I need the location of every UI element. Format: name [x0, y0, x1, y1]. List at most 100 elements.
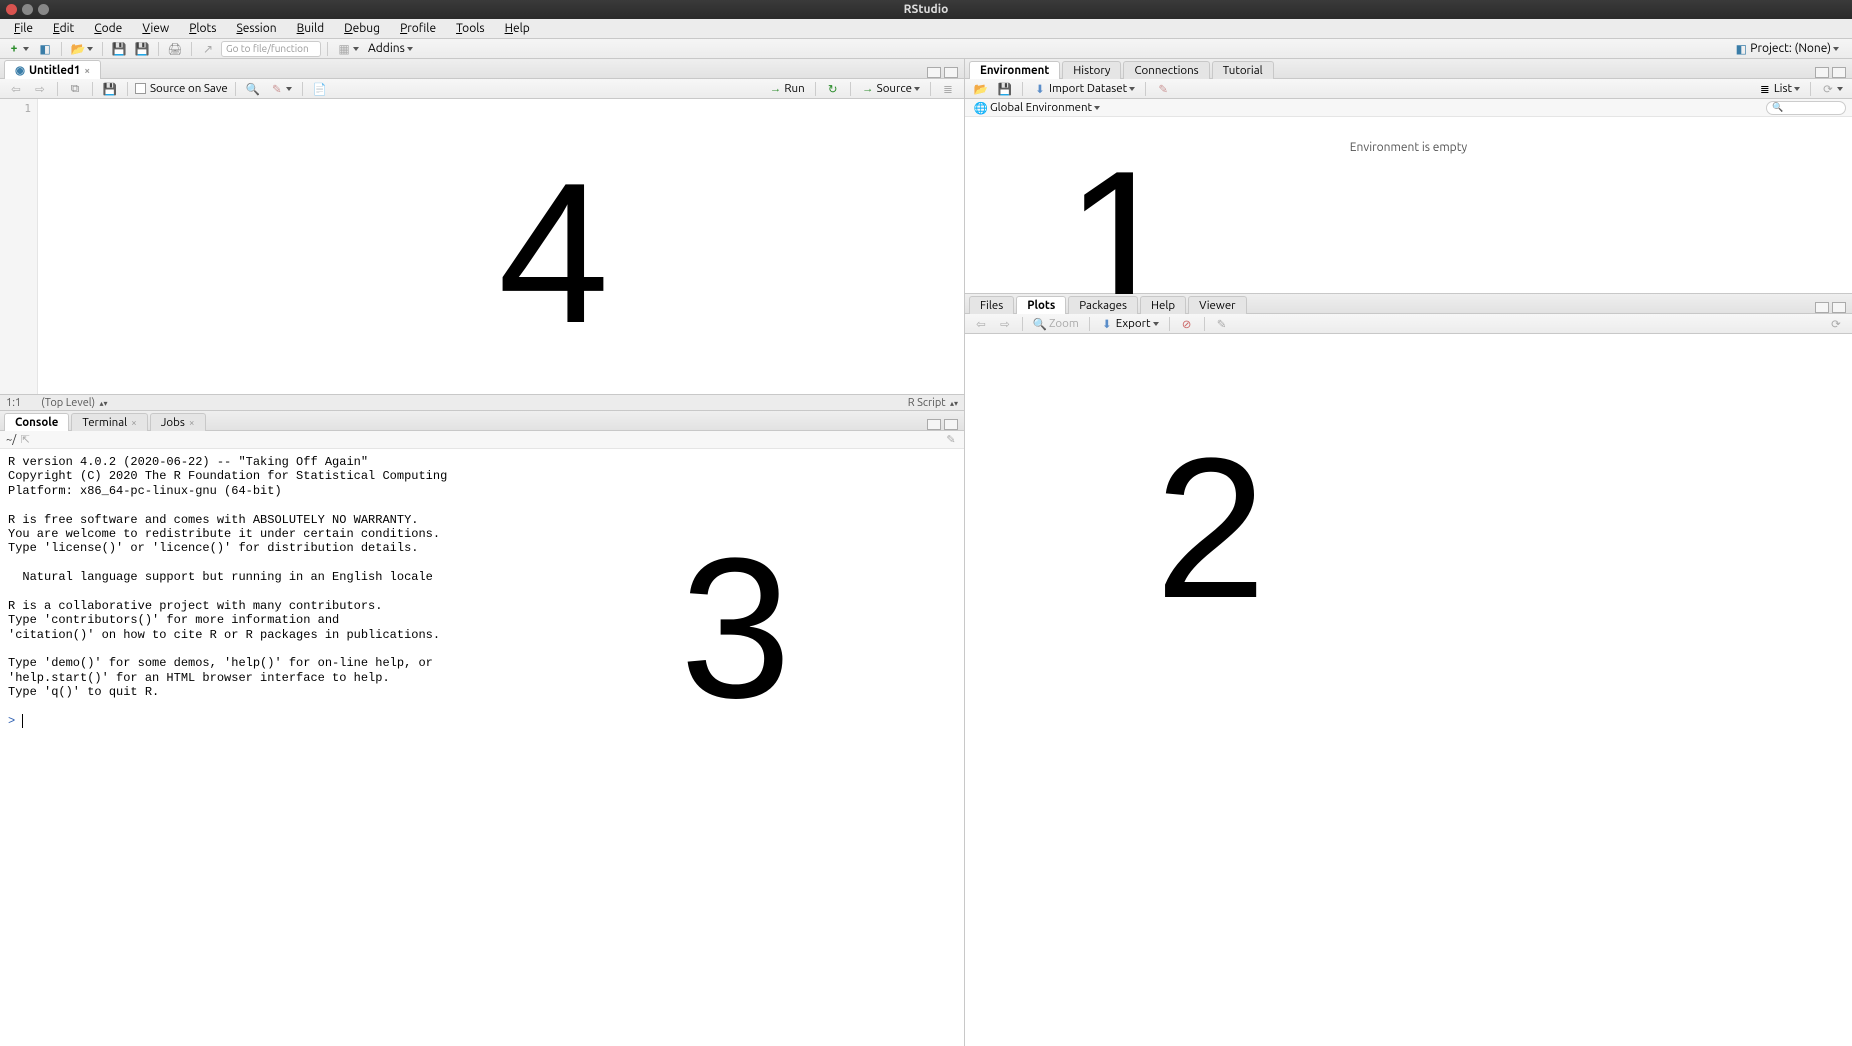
- minimize-pane[interactable]: [1815, 67, 1829, 78]
- minimize-pane[interactable]: [1815, 302, 1829, 313]
- print-button[interactable]: 🖨: [165, 40, 185, 58]
- grid-button[interactable]: ▦: [334, 40, 362, 58]
- tab-connections[interactable]: Connections: [1123, 61, 1209, 79]
- env-search-input[interactable]: 🔍: [1766, 101, 1846, 115]
- titlebar: RStudio: [0, 0, 1852, 19]
- menu-view[interactable]: View: [132, 20, 179, 37]
- tab-environment[interactable]: Environment: [969, 61, 1060, 79]
- run-label: Run: [784, 82, 804, 95]
- clear-plots-button[interactable]: ✎: [1212, 315, 1232, 333]
- refresh-button[interactable]: ⟳: [1818, 80, 1846, 98]
- tab-tutorial[interactable]: Tutorial: [1212, 61, 1274, 79]
- new-file-button[interactable]: +: [4, 40, 32, 58]
- open-file-button[interactable]: 📂: [68, 40, 96, 58]
- menu-code[interactable]: Code: [84, 20, 132, 37]
- scope-label: Global Environment: [990, 101, 1092, 114]
- goto-button[interactable]: ↗: [198, 40, 218, 58]
- editor-content[interactable]: 4: [38, 99, 964, 394]
- forward-button[interactable]: ⇨: [30, 80, 50, 98]
- show-in-new-window[interactable]: ⧉: [65, 80, 85, 98]
- save-workspace-button[interactable]: 💾: [995, 80, 1015, 98]
- remove-icon: ⊘: [1180, 317, 1194, 331]
- window-maximize[interactable]: [38, 4, 49, 15]
- refresh-button[interactable]: ⟳: [1826, 315, 1846, 333]
- load-workspace-button[interactable]: 📂: [971, 80, 991, 98]
- menu-tools[interactable]: Tools: [446, 20, 495, 37]
- prev-plot-button[interactable]: ⇦: [971, 315, 991, 333]
- tab-files[interactable]: Files: [969, 296, 1014, 314]
- rerun-button[interactable]: ↻: [823, 80, 843, 98]
- menu-help[interactable]: Help: [495, 20, 540, 37]
- tab-jobs[interactable]: Jobs×: [150, 413, 206, 431]
- search-icon: 🔍: [1771, 101, 1785, 115]
- run-button[interactable]: → Run: [765, 80, 807, 98]
- tab-plots[interactable]: Plots: [1016, 296, 1066, 314]
- tab-history[interactable]: History: [1062, 61, 1121, 79]
- scope-menu[interactable]: (Top Level) ▴▾: [41, 397, 107, 409]
- popout-icon[interactable]: ⇱: [18, 433, 32, 447]
- tab-title: Untitled1: [29, 64, 80, 77]
- back-button[interactable]: ⇦: [6, 80, 26, 98]
- menu-session[interactable]: Session: [226, 20, 286, 37]
- minimize-pane[interactable]: [927, 419, 941, 430]
- separator: [327, 42, 328, 56]
- new-project-button[interactable]: ◧: [35, 40, 55, 58]
- chevron-down-icon: [23, 47, 29, 51]
- project-icon: ◧: [38, 42, 52, 56]
- separator: [92, 82, 93, 96]
- console-path: ~/: [6, 434, 16, 446]
- maximize-pane[interactable]: [1832, 67, 1846, 78]
- list-view-button[interactable]: ≣ List: [1755, 80, 1803, 98]
- tab-help[interactable]: Help: [1140, 296, 1186, 314]
- maximize-pane[interactable]: [1832, 302, 1846, 313]
- chevron-down-icon: [1794, 87, 1800, 91]
- maximize-pane[interactable]: [944, 419, 958, 430]
- tab-viewer[interactable]: Viewer: [1188, 296, 1246, 314]
- source-button[interactable]: → Source: [858, 80, 923, 98]
- menu-debug[interactable]: Debug: [334, 20, 390, 37]
- tab-terminal[interactable]: Terminal×: [71, 413, 147, 431]
- outline-icon: ≣: [941, 82, 955, 96]
- window-minimize[interactable]: [22, 4, 33, 15]
- menu-profile[interactable]: Profile: [390, 20, 446, 37]
- source-tab[interactable]: ◉ Untitled1 ×: [4, 60, 101, 79]
- goto-input[interactable]: Go to file/function: [221, 41, 321, 57]
- tab-packages[interactable]: Packages: [1068, 296, 1138, 314]
- close-tab-icon[interactable]: ×: [189, 417, 195, 428]
- project-menu[interactable]: ◧ Project: (None): [1731, 40, 1842, 58]
- next-plot-button[interactable]: ⇨: [995, 315, 1015, 333]
- find-button[interactable]: 🔍: [243, 80, 263, 98]
- folder-open-icon: 📂: [71, 42, 85, 56]
- save-button[interactable]: 💾: [109, 40, 129, 58]
- separator: [102, 42, 103, 56]
- remove-plot-button[interactable]: ⊘: [1177, 315, 1197, 333]
- window-close[interactable]: [6, 4, 17, 15]
- filetype-menu[interactable]: R Script ▴▾: [908, 397, 958, 409]
- save-button[interactable]: 💾: [100, 80, 120, 98]
- close-tab-icon[interactable]: ×: [84, 65, 90, 76]
- addins-button[interactable]: Addins: [365, 40, 416, 58]
- source-on-save-checkbox[interactable]: [135, 83, 146, 94]
- compile-report-button[interactable]: 📄: [310, 80, 330, 98]
- outline-button[interactable]: ≣: [938, 80, 958, 98]
- editor[interactable]: 1 4: [0, 99, 964, 394]
- clear-console-icon[interactable]: ✎: [944, 433, 958, 447]
- separator: [1810, 82, 1811, 96]
- env-toolbar: 📂 💾 ⬇ Import Dataset ✎ ≣ List: [965, 79, 1852, 99]
- import-dataset-button[interactable]: ⬇ Import Dataset: [1030, 80, 1138, 98]
- env-scope-menu[interactable]: 🌐 Global Environment: [971, 99, 1103, 117]
- menu-edit[interactable]: Edit: [43, 20, 84, 37]
- close-tab-icon[interactable]: ×: [131, 417, 137, 428]
- list-label: List: [1774, 82, 1792, 95]
- clear-env-button[interactable]: ✎: [1153, 80, 1173, 98]
- menu-build[interactable]: Build: [287, 20, 335, 37]
- maximize-pane[interactable]: [944, 67, 958, 78]
- menu-plots[interactable]: Plots: [179, 20, 226, 37]
- wand-button[interactable]: ✎: [267, 80, 295, 98]
- console-output[interactable]: R version 4.0.2 (2020-06-22) -- "Taking …: [0, 449, 964, 1046]
- minimize-pane[interactable]: [927, 67, 941, 78]
- menu-file[interactable]: File: [4, 20, 43, 37]
- env-scope-bar: 🌐 Global Environment 🔍: [965, 99, 1852, 117]
- tab-console[interactable]: Console: [4, 413, 69, 431]
- save-all-button[interactable]: 💾: [132, 40, 152, 58]
